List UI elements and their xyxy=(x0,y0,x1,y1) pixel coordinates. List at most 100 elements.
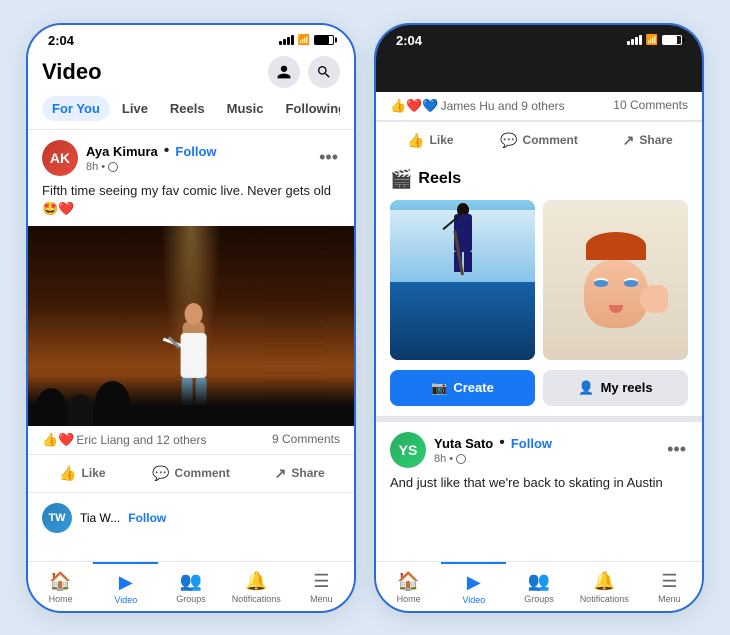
nav-menu-right[interactable]: ☰ Menu xyxy=(637,562,702,611)
left-phone: 2:04 📶 Video xyxy=(26,23,356,613)
tab-following[interactable]: Following xyxy=(275,96,340,121)
partial-name: Tia W... xyxy=(80,511,120,525)
reactors-right: James Hu and 9 others xyxy=(441,99,565,113)
left-header: Video For You Live Reels Music Following xyxy=(28,52,354,129)
like-btn-left[interactable]: 👍 Like xyxy=(28,457,137,490)
avatar-partial: TW xyxy=(42,503,72,533)
my-reels-btn[interactable]: 👤 My reels xyxy=(543,370,688,406)
comment-btn-right[interactable]: 💬 Comment xyxy=(485,124,594,157)
home-icon-left: 🏠 xyxy=(49,571,71,592)
nav-menu-left[interactable]: ☰ Menu xyxy=(289,562,354,611)
avatar-aya: AK xyxy=(42,140,78,176)
left-post: AK Aya Kimura • Follow 8h • ••• Fif xyxy=(28,129,354,492)
right-content: 👍❤️💙 James Hu and 9 others 10 Comments 👍… xyxy=(376,92,702,561)
reactions-left-right: 👍❤️💙 James Hu and 9 others xyxy=(390,98,565,114)
share-btn-right[interactable]: ↗ Share xyxy=(593,124,702,157)
status-bar-right: 2:04 📶 xyxy=(376,25,702,52)
search-icon-btn[interactable] xyxy=(308,56,340,88)
bottom-nav-left: 🏠 Home ▶ Video 👥 Groups 🔔 Notifications … xyxy=(28,561,354,611)
nav-video-right[interactable]: ▶ Video xyxy=(441,562,506,611)
globe-icon-right2 xyxy=(456,454,466,464)
nav-groups-right[interactable]: 👥 Groups xyxy=(506,562,571,611)
reels-section: 🎬 Reels xyxy=(376,159,702,416)
status-icons-right: 📶 xyxy=(627,35,682,46)
share-icon-left: ↗ xyxy=(275,465,287,482)
post-meta-right2: Yuta Sato • Follow 8h • xyxy=(434,434,657,465)
like-btn-right[interactable]: 👍 Like xyxy=(376,124,485,157)
right-phone: 2:04 📶 👍❤️💙 James Hu and 9 others 10 xyxy=(374,23,704,613)
reels-buttons: 📷 Create 👤 My reels xyxy=(390,370,688,406)
post-header-right2: YS Yuta Sato • Follow 8h • ••• xyxy=(376,422,702,474)
nav-video-left[interactable]: ▶ Video xyxy=(93,562,158,611)
status-icons-left: 📶 xyxy=(279,35,334,46)
signal-icon-right xyxy=(627,35,642,45)
profile-icon-btn[interactable] xyxy=(268,56,300,88)
partial-follow[interactable]: Follow xyxy=(128,511,166,525)
tab-for-you[interactable]: For You xyxy=(42,96,110,121)
tab-music[interactable]: Music xyxy=(217,96,274,121)
menu-icon-right: ☰ xyxy=(661,571,677,592)
tab-reels[interactable]: Reels xyxy=(160,96,215,121)
reactions-row-right: 👍❤️💙 James Hu and 9 others 10 Comments xyxy=(376,92,702,121)
nav-groups-left[interactable]: 👥 Groups xyxy=(158,562,223,611)
tab-live[interactable]: Live xyxy=(112,96,158,121)
time-right: 2:04 xyxy=(396,33,422,48)
nav-notifications-left[interactable]: 🔔 Notifications xyxy=(224,562,289,611)
right-post-2: YS Yuta Sato • Follow 8h • ••• And xyxy=(376,416,702,500)
notifications-icon-right: 🔔 xyxy=(593,571,615,592)
more-btn-right2[interactable]: ••• xyxy=(665,439,688,460)
create-reel-btn[interactable]: 📷 Create xyxy=(390,370,535,406)
avatar-yuta: YS xyxy=(390,432,426,468)
reel-card-1[interactable] xyxy=(390,200,535,360)
share-btn-left[interactable]: ↗ Share xyxy=(245,457,354,490)
left-content: AK Aya Kimura • Follow 8h • ••• Fif xyxy=(28,129,354,561)
follow-btn-right2[interactable]: Follow xyxy=(511,436,552,451)
post-time-left: 8h • xyxy=(86,161,309,173)
post-actions-right: 👍 Like 💬 Comment ↗ Share xyxy=(376,121,702,159)
reels-title: Reels xyxy=(418,170,461,188)
video-icon-right: ▶ xyxy=(467,572,481,593)
nav-notifications-right[interactable]: 🔔 Notifications xyxy=(572,562,637,611)
emoji-reactions-right: 👍❤️💙 xyxy=(390,98,439,114)
globe-icon-left xyxy=(108,162,118,172)
post-actions-left: 👍 Like 💬 Comment ↗ Share xyxy=(28,454,354,492)
post-time-right2: 8h • xyxy=(434,453,657,465)
reels-header: 🎬 Reels xyxy=(390,169,688,190)
follow-btn-left[interactable]: Follow xyxy=(175,144,216,159)
groups-icon-left: 👥 xyxy=(180,571,202,592)
post-image-left[interactable] xyxy=(28,226,354,426)
wifi-icon-right: 📶 xyxy=(646,35,658,46)
reel-card-2[interactable] xyxy=(543,200,688,360)
reaction-emojis-left: 👍❤️ xyxy=(42,432,74,448)
like-icon-right: 👍 xyxy=(407,132,424,149)
post-author-name: Aya Kimura xyxy=(86,144,158,159)
menu-icon-left: ☰ xyxy=(313,571,329,592)
post-text-left: Fifth time seeing my fav comic live. Nev… xyxy=(28,182,354,226)
page-title-left: Video xyxy=(42,59,102,85)
post-text-right2: And just like that we're back to skating… xyxy=(376,474,702,500)
nav-home-right[interactable]: 🏠 Home xyxy=(376,562,441,611)
header-icons-left xyxy=(268,56,340,88)
share-icon-right: ↗ xyxy=(623,132,635,149)
battery-icon-right xyxy=(662,35,682,45)
bottom-nav-right: 🏠 Home ▶ Video 👥 Groups 🔔 Notifications … xyxy=(376,561,702,611)
nav-home-left[interactable]: 🏠 Home xyxy=(28,562,93,611)
comment-btn-left[interactable]: 💬 Comment xyxy=(137,457,246,490)
search-icon xyxy=(316,64,332,80)
status-bar-left: 2:04 📶 xyxy=(28,25,354,52)
wifi-icon: 📶 xyxy=(298,35,310,46)
groups-icon-right: 👥 xyxy=(528,571,550,592)
reactors-left: Eric Liang and 12 others xyxy=(76,433,206,447)
comments-count-left: 9 Comments xyxy=(272,432,340,448)
home-icon-right: 🏠 xyxy=(397,571,419,592)
like-icon-left: 👍 xyxy=(59,465,76,482)
notifications-icon-left: 🔔 xyxy=(245,571,267,592)
video-top-dark xyxy=(376,52,702,92)
person-icon xyxy=(276,64,292,80)
comments-count-right: 10 Comments xyxy=(613,98,688,114)
more-btn-left[interactable]: ••• xyxy=(317,147,340,168)
post-meta-left: Aya Kimura • Follow 8h • xyxy=(86,142,309,173)
camera-icon: 📷 xyxy=(431,380,447,396)
post-reactions-left: 👍❤️ Eric Liang and 12 others 9 Comments xyxy=(28,426,354,454)
partial-post-left: TW Tia W... Follow xyxy=(28,492,354,543)
